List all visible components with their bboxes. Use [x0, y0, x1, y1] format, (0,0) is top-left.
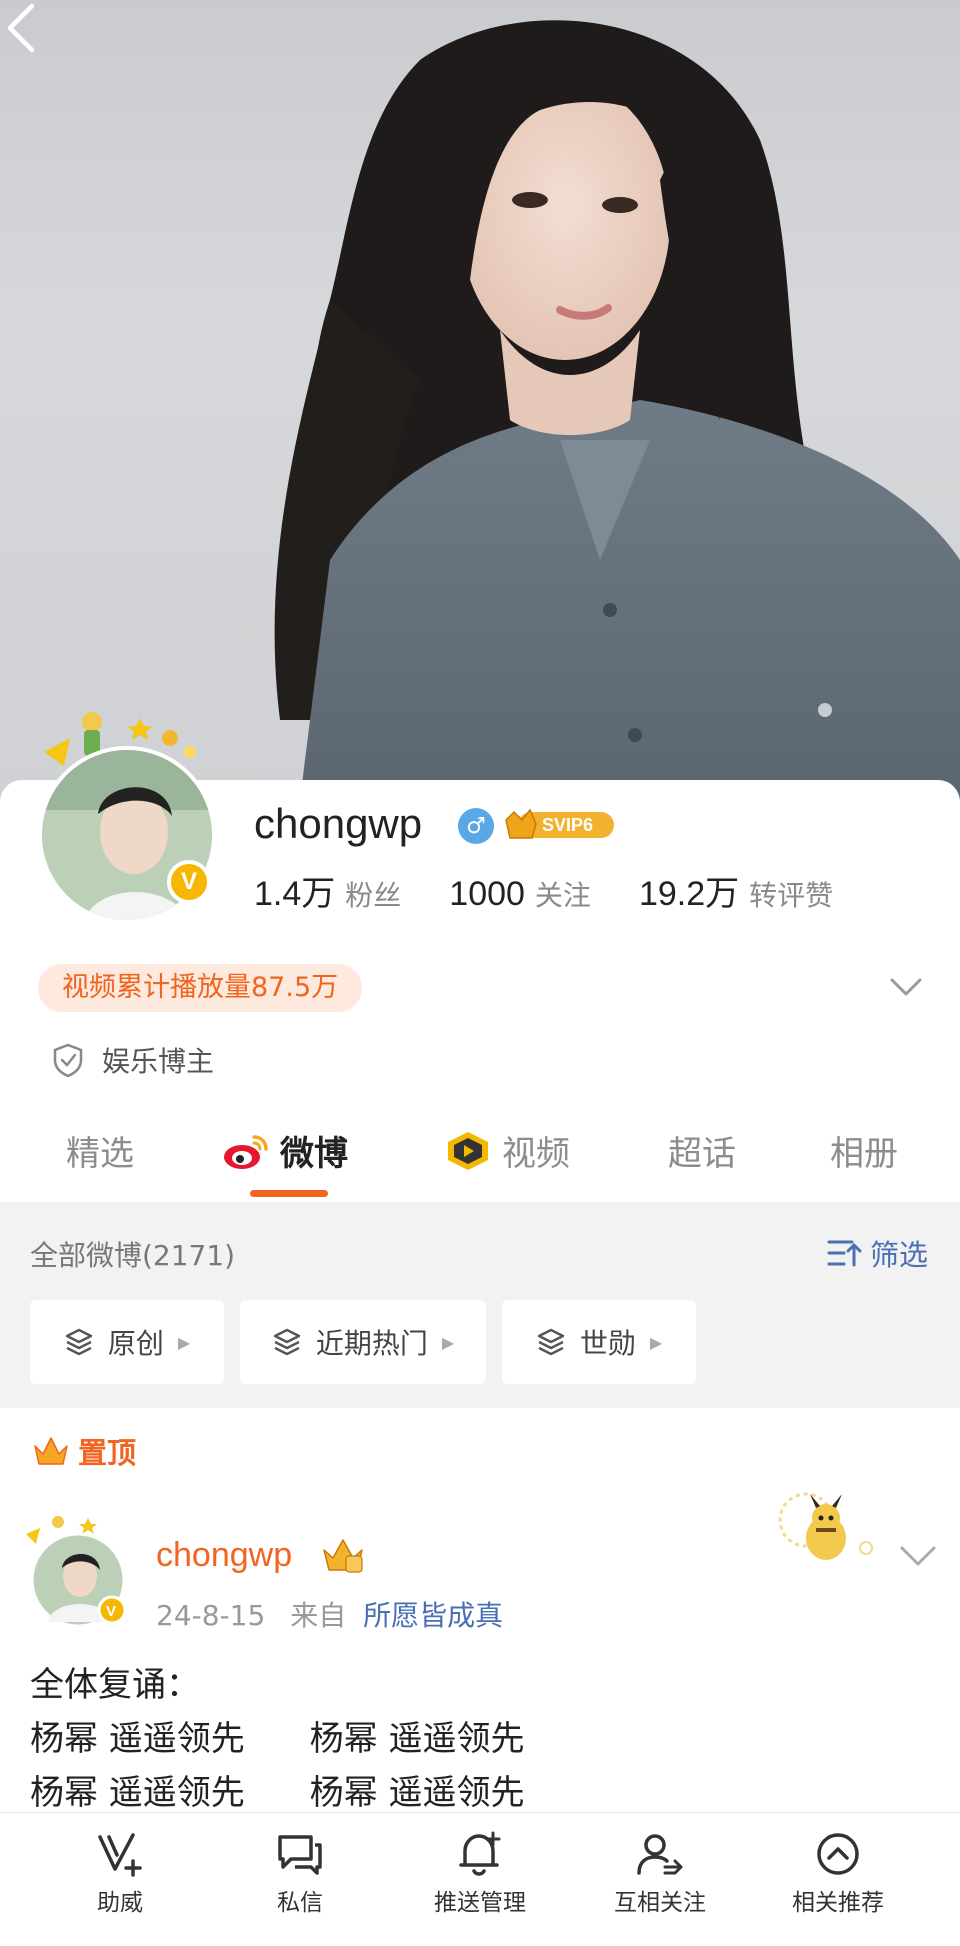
profile-username: chongwp [254, 800, 423, 847]
related-recommend-button[interactable]: 相关推荐 [768, 1831, 908, 1917]
all-posts-count: 全部微博(2171) [30, 1239, 236, 1272]
video-badge-icon [448, 1131, 488, 1170]
svip-badge[interactable]: SVIP6 [504, 806, 616, 842]
verified-badge-icon: V [167, 860, 211, 904]
chat-bubble-icon [278, 1835, 322, 1875]
crown-icon [34, 1437, 68, 1465]
filter-sort-icon [827, 1240, 862, 1267]
cheer-button[interactable]: 助威 [50, 1831, 190, 1917]
vip-crown-icon [323, 1539, 363, 1573]
post-from-label: 来自 [290, 1599, 347, 1632]
cover-photo-illustration [274, 20, 960, 800]
tab-weibo-label: 微博 [280, 1134, 348, 1174]
tab-album[interactable]: 相册 [830, 1126, 898, 1175]
message-label: 私信 [277, 1890, 323, 1916]
cheer-label: 助威 [97, 1890, 143, 1916]
post-author-name[interactable]: chongwp [156, 1536, 292, 1575]
chip-original[interactable]: 原创 ▶ [30, 1300, 224, 1384]
post-line: 全体复诵： [30, 1665, 200, 1705]
post-date: 24-8-15 [156, 1599, 266, 1632]
tab-video-label: 视频 [502, 1134, 570, 1174]
back-arrow-icon[interactable] [0, 0, 48, 56]
caret-right-icon: ▶ [177, 1332, 191, 1352]
chevron-up-circle-icon [817, 1833, 859, 1875]
likes-label: 转评赞 [749, 879, 834, 912]
active-tab-indicator [250, 1190, 328, 1197]
likes-count: 19.2万 [638, 875, 740, 913]
layers-icon [537, 1328, 565, 1356]
profile-stats: 1.4万 粉丝 1000 关注 19.2万 转评赞 [254, 866, 833, 916]
feed-filter-area: 全部微博(2171) 筛选 原创 ▶ 近期热门 ▶ 世勋 ▶ [0, 1202, 960, 1408]
filter-button-label: 筛选 [870, 1238, 929, 1272]
layers-icon [273, 1328, 301, 1356]
post-options-chevron-icon[interactable] [898, 1540, 938, 1570]
pikachu-decoration-icon [778, 1492, 873, 1560]
tab-album-label: 相册 [830, 1134, 898, 1174]
pinned-label: 置顶 [78, 1436, 137, 1470]
related-recommend-label: 相关推荐 [792, 1890, 884, 1916]
chip-original-label: 原创 [107, 1327, 164, 1360]
chip-recent-hot[interactable]: 近期热门 ▶ [240, 1300, 486, 1384]
category-tag[interactable]: 娱乐博主 [52, 1040, 214, 1080]
video-play-count-badge: 视频累计播放量87.5万 [38, 964, 363, 1012]
chip-recent-hot-label: 近期热门 [315, 1327, 428, 1360]
profile-page: V chongwp ♂ SVIP6 1.4万 粉丝 1000 关注 19.2万 … [0, 0, 960, 1946]
tab-weibo[interactable]: 微博 [222, 1126, 348, 1175]
tab-super-topic-label: 超话 [668, 1134, 736, 1174]
push-settings-button[interactable]: 推送管理 [410, 1831, 550, 1917]
mutual-follow-button[interactable]: 互相关注 [590, 1831, 730, 1917]
male-gender-icon: ♂ [458, 808, 494, 844]
pinned-indicator: 置顶 [32, 1430, 136, 1472]
cover-banner-image[interactable] [0, 0, 960, 800]
profile-avatar[interactable]: V [30, 708, 230, 924]
post-content: 全体复诵： 杨幂 遥遥领先 杨幂 遥遥领先 杨幂 遥遥领先 杨幂 遥遥领先 [30, 1658, 524, 1820]
push-settings-label: 推送管理 [434, 1890, 526, 1916]
mutual-follow-icon [637, 1834, 683, 1875]
filter-button[interactable]: 筛选 [826, 1232, 928, 1274]
mutual-follow-label: 互相关注 [614, 1890, 706, 1916]
layers-icon [65, 1328, 93, 1356]
followers-label: 粉丝 [345, 879, 402, 912]
tab-super-topic[interactable]: 超话 [668, 1126, 736, 1175]
bell-plus-icon [459, 1831, 501, 1876]
caret-right-icon: ▶ [649, 1332, 663, 1352]
caret-right-icon: ▶ [441, 1332, 455, 1352]
tab-video[interactable]: 视频 [444, 1126, 570, 1175]
chevron-down-icon[interactable] [888, 972, 924, 1002]
tab-featured-label: 精选 [66, 1134, 134, 1174]
post-author-avatar[interactable]: V [22, 1514, 132, 1630]
following-stat[interactable]: 1000 关注 [449, 874, 591, 914]
category-tag-label: 娱乐博主 [102, 1045, 215, 1078]
svip-label: SVIP6 [542, 815, 593, 835]
post-verified-mark: V [106, 1603, 116, 1620]
weibo-logo-icon [224, 1134, 268, 1169]
followers-count: 1.4万 [254, 875, 336, 913]
post-meta: 24-8-15 来自 所愿皆成真 [156, 1594, 503, 1634]
shield-check-icon [53, 1043, 83, 1078]
post-line: 杨幂 遥遥领先 杨幂 遥遥领先 [30, 1719, 525, 1759]
post-source-link[interactable]: 所愿皆成真 [363, 1599, 503, 1632]
following-count: 1000 [449, 875, 525, 913]
likes-stat[interactable]: 19.2万 转评赞 [639, 866, 833, 915]
profile-tabs: 精选 微博 视频 超话 相册 [0, 1118, 960, 1202]
following-label: 关注 [534, 879, 591, 912]
chip-sehun[interactable]: 世勋 ▶ [502, 1300, 696, 1384]
message-button[interactable]: 私信 [230, 1831, 370, 1917]
tab-featured[interactable]: 精选 [66, 1126, 134, 1175]
chip-sehun-label: 世勋 [579, 1327, 636, 1360]
cheer-v-plus-icon [98, 1833, 142, 1877]
followers-stat[interactable]: 1.4万 粉丝 [254, 866, 401, 915]
bottom-action-bar: 助威 私信 推送管理 互相关注 相关推荐 [0, 1812, 960, 1946]
